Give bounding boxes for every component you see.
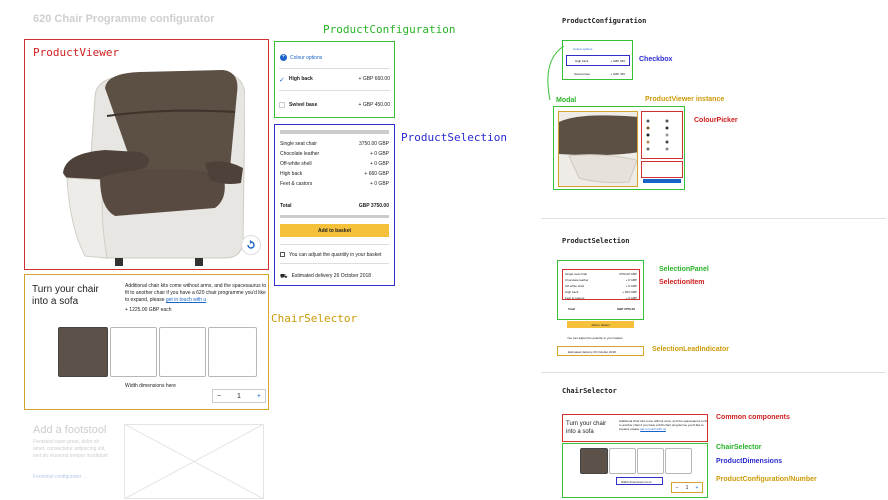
section-product-selection-title: ProductSelection (562, 237, 630, 245)
option-swivel-base[interactable]: Swivel base + GBP 450.00 (279, 102, 390, 108)
mini-quantity-stepper[interactable]: −1 + (671, 482, 703, 493)
quantity-value[interactable]: 1 (237, 393, 241, 400)
chair-selector-label: ChairSelector (271, 312, 358, 325)
mini-apply-button[interactable] (643, 179, 681, 183)
width-dimensions-label: Width dimensions here (125, 383, 176, 389)
info-icon (280, 252, 285, 257)
colour-options-label: Colour options (290, 54, 323, 61)
mini-selection-lead-indicator: Estimated delivery 26 October 2018 (557, 346, 644, 356)
option-name: High back (288, 76, 313, 82)
colour-options-row[interactable]: + Colour options (280, 54, 322, 61)
selection-item: Single seat chair 3750.00 GBP (280, 141, 389, 147)
section-divider (541, 218, 886, 219)
footstool-body: Footstool ease great, dolor sit amet, co… (33, 439, 108, 459)
option-high-back[interactable]: ✓ High back + GBP 660.00 (279, 76, 390, 84)
product-configuration-label: ProductConfiguration (323, 23, 456, 36)
rotate-icon (247, 240, 255, 249)
colour-picker-label: ColourPicker (694, 117, 738, 124)
checkbox-checked-icon[interactable]: ✓ (279, 76, 285, 84)
option-price: + GBP 450.00 (358, 102, 390, 108)
mini-colour-picker-secondary[interactable] (641, 161, 683, 178)
product-selection-box: Single seat chair 3750.00 GBP Chocolate l… (274, 124, 395, 286)
checkbox-label: Checkbox (639, 56, 673, 63)
selection-item: Feet & castors + 0 GBP (280, 181, 389, 187)
selection-item: Off-white shell + 0 GBP (280, 161, 389, 167)
mini-selection-panel: Single seat chair 3750.00 GBP Chocolate l… (557, 260, 644, 320)
selection-item-label: SelectionItem (659, 279, 705, 286)
selection-total: Total GBP 3750.00 (280, 203, 389, 209)
selection-lead-indicator-label: SelectionLeadIndicator (652, 346, 730, 353)
common-components-label: Common components (716, 414, 790, 421)
product-configuration-box: + Colour options ✓ High back + GBP 660.0… (274, 41, 395, 118)
basket-note: You can adjust the quantity in your bask… (280, 252, 381, 258)
selection-panel-label: SelectionPanel (659, 266, 709, 273)
section-divider (541, 372, 886, 373)
mini-option-price: + GBP 450 (610, 72, 625, 76)
mini-colour-picker[interactable] (641, 111, 683, 159)
product-viewer-instance-label: ProductViewer instance (645, 96, 725, 103)
footstool-placeholder-image (124, 424, 264, 499)
sofa-seat[interactable] (208, 327, 257, 377)
mini-option: Swivel base (574, 72, 591, 76)
mini-checkbox-row[interactable]: High back + GBP 660 (566, 55, 630, 66)
chair-selector-price: + 1225.00 GBP each (125, 307, 172, 313)
mini-chair-selector: Width dimensions here −1 + (562, 443, 708, 498)
mini-chair-image (559, 112, 637, 186)
mini-chair-title: Turn your chair into a sofa (566, 421, 607, 435)
footstool-title: Add a footstool (33, 424, 107, 436)
mini-common-components: Turn your chair into a sofa Additional c… (562, 414, 708, 442)
colour-swatches (646, 119, 669, 151)
selection-item: High back + 660 GBP (280, 171, 389, 177)
contact-link[interactable]: get in touch with u (166, 297, 206, 303)
mini-product-viewer (558, 111, 638, 187)
selection-header-bar (280, 130, 389, 134)
mini-colour-options: Colour options (573, 47, 593, 51)
selection-item: Chocolate leather + 0 GBP (280, 151, 389, 157)
mini-add-to-basket-button[interactable]: Add to basket (567, 321, 634, 328)
quantity-stepper[interactable]: − 1 + (212, 389, 266, 403)
checkbox-empty-icon[interactable] (279, 102, 285, 108)
mini-chair-description: Additional chair kits come without arms,… (619, 419, 707, 431)
sofa-seat-selected[interactable] (58, 327, 108, 377)
rotate-view-button[interactable] (241, 235, 261, 255)
section-product-configuration-title: ProductConfiguration (562, 17, 647, 25)
mini-basket-note: You can adjust the quantity in your bask… (567, 336, 623, 340)
product-viewer-box: ProductViewer (24, 39, 269, 270)
mini-configuration-box: Colour options High back + GBP 660 Swive… (562, 40, 633, 80)
quantity-plus-button[interactable]: + (257, 393, 261, 400)
modal-label: Modal (556, 97, 577, 104)
sofa-preview[interactable] (58, 327, 258, 377)
quantity-minus-button[interactable]: − (217, 393, 221, 400)
chair-selector-description: Additional chair kits come without arms,… (125, 283, 270, 304)
sofa-seat[interactable] (159, 327, 206, 377)
option-name: Swivel base (289, 102, 318, 108)
chair-image (63, 70, 245, 266)
modal-box (553, 106, 685, 190)
mini-total-value: GBP 3750.00 (616, 307, 635, 311)
chair-selector-title: Turn your chair into a sofa (32, 284, 99, 307)
mini-sofa-preview[interactable] (580, 448, 693, 474)
option-price: + GBP 660.00 (358, 76, 390, 82)
sofa-seat[interactable] (110, 327, 157, 377)
page-title: 620 Chair Programme configurator (33, 13, 215, 25)
mini-selection-items: Single seat chair 3750.00 GBP Chocolate l… (562, 269, 640, 300)
mini-product-dimensions: Width dimensions here (616, 477, 663, 485)
footstool-link[interactable]: Footstool configurator → (33, 474, 88, 480)
add-circle-icon: + (280, 54, 287, 61)
add-to-basket-button[interactable]: Add to basket (280, 224, 389, 237)
delivery-estimate: ⛟ Estimated delivery 26 October 2018 (280, 273, 372, 280)
selection-footer-bar (280, 215, 389, 218)
section-chair-selector-title: ChairSelector (562, 387, 617, 395)
product-selection-label: ProductSelection (401, 131, 507, 144)
truck-icon: ⛟ (280, 274, 288, 280)
product-dimensions-label: ProductDimensions (716, 458, 783, 465)
chair-selector-small-label: ChairSelector (716, 444, 762, 451)
mini-total-label: Total (568, 307, 575, 311)
product-configuration-number-label: ProductConfiguration/Number (716, 476, 817, 483)
